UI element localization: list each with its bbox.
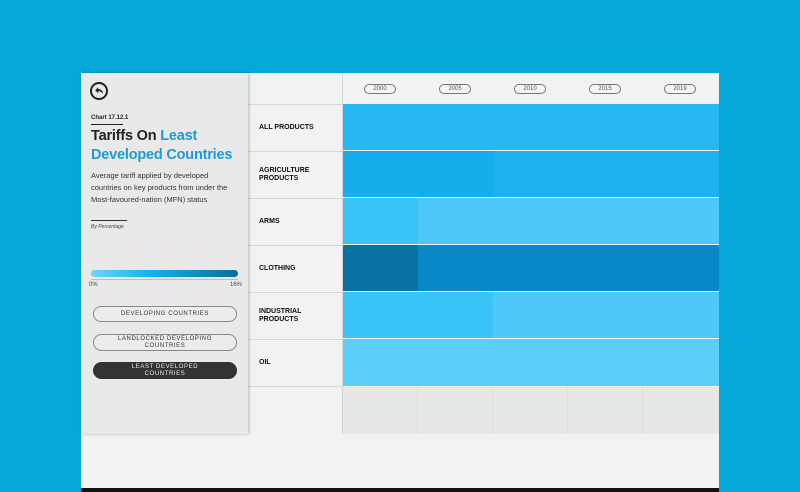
heatmap-cell[interactable] [568, 339, 643, 386]
button-label: LANDLOCKED DEVELOPING COUNTRIES [118, 335, 212, 349]
heatmap-cell[interactable] [643, 198, 719, 244]
chart-id-divider [91, 124, 123, 125]
row-label-industrial-products: INDUSTRIAL PRODUCTS [259, 307, 302, 323]
legend-max-label: 16% [230, 282, 243, 288]
row-divider [248, 386, 343, 387]
heatmap-cell[interactable] [493, 292, 568, 338]
description-divider [91, 220, 127, 221]
heatmap-cell[interactable] [418, 245, 493, 291]
heatmap-cell[interactable] [418, 339, 493, 386]
empty-cell [493, 387, 568, 434]
year-pill-2019[interactable]: 2019 [664, 84, 696, 94]
row-label-clothing: CLOTHING [259, 264, 296, 272]
button-label: LEAST DEVELOPED COUNTRIES [131, 363, 199, 377]
year-label: 2019 [673, 86, 687, 92]
empty-cell [418, 387, 493, 434]
heatmap-cell[interactable] [493, 104, 568, 150]
heatmap-cell[interactable] [643, 104, 719, 150]
back-button[interactable] [90, 82, 108, 100]
chart-title: Tariffs On Least Developed Countries [91, 127, 241, 165]
color-scale-bar [91, 270, 238, 277]
year-pill-2005[interactable]: 2005 [439, 84, 471, 94]
developing-countries-button[interactable]: DEVELOPING COUNTRIES [93, 306, 237, 322]
heatmap-cell[interactable] [343, 292, 418, 338]
year-pill-2000[interactable]: 2000 [364, 84, 396, 94]
empty-cell [343, 387, 418, 434]
row-divider [248, 151, 343, 152]
chart-id: Chart 17.12.1 [91, 115, 129, 121]
title-plain: Tariffs On [91, 128, 161, 144]
heatmap-cell[interactable] [493, 151, 568, 197]
heatmap-cell[interactable] [343, 151, 418, 197]
heatmap-cell[interactable] [418, 151, 493, 197]
unit-label: By Percentage [91, 224, 124, 230]
sidebar: Chart 17.12.1 Tariffs On Least Developed… [81, 73, 248, 434]
row-label-all-products: ALL PRODUCTS [259, 123, 314, 131]
heatmap-cell[interactable] [643, 292, 719, 338]
heatmap-cell[interactable] [643, 339, 719, 386]
heatmap-cell[interactable] [343, 198, 418, 244]
row-label-agriculture-products: AGRICULTURE PRODUCTS [259, 166, 310, 182]
heatmap-cell[interactable] [643, 151, 719, 197]
heatmap-cell[interactable] [568, 198, 643, 244]
row-label-oil: OIL [259, 358, 271, 366]
heatmap-cell[interactable] [343, 104, 418, 150]
heatmap-cell[interactable] [418, 104, 493, 150]
chart-description: Average tariff applied by developed coun… [91, 171, 228, 204]
year-label: 2000 [373, 86, 387, 92]
heatmap-cell[interactable] [568, 245, 643, 291]
row-label-arms: ARMS [259, 217, 280, 225]
heatmap-cell[interactable] [568, 292, 643, 338]
heatmap-cell[interactable] [643, 245, 719, 291]
row-divider [248, 245, 343, 246]
heatmap-cell[interactable] [418, 292, 493, 338]
heatmap-cell[interactable] [568, 104, 643, 150]
row-divider [248, 104, 343, 105]
heatmap-cell[interactable] [493, 339, 568, 386]
empty-cell [643, 387, 719, 434]
heatmap-cell[interactable] [343, 245, 418, 291]
year-label: 2010 [523, 86, 537, 92]
year-label: 2005 [448, 86, 462, 92]
heatmap-cell[interactable] [493, 245, 568, 291]
heatmap-cell[interactable] [568, 151, 643, 197]
heatmap-cell[interactable] [418, 198, 493, 244]
year-pill-2015[interactable]: 2015 [589, 84, 621, 94]
legend-min-label: 0% [89, 282, 98, 288]
back-arrow-icon [95, 87, 103, 94]
year-label: 2015 [598, 86, 612, 92]
landlocked-developing-countries-button[interactable]: LANDLOCKED DEVELOPING COUNTRIES [93, 334, 237, 351]
button-label: DEVELOPING COUNTRIES [120, 310, 209, 317]
row-divider [248, 339, 343, 340]
empty-cell [568, 387, 643, 434]
year-pill-2010[interactable]: 2010 [514, 84, 546, 94]
least-developed-countries-button[interactable]: LEAST DEVELOPED COUNTRIES [93, 362, 237, 379]
heatmap-cell[interactable] [493, 198, 568, 244]
color-scale-baseline [91, 279, 238, 280]
row-divider [248, 198, 343, 199]
row-divider [248, 292, 343, 293]
bottom-strip [81, 488, 719, 492]
heatmap-cell[interactable] [343, 339, 418, 386]
